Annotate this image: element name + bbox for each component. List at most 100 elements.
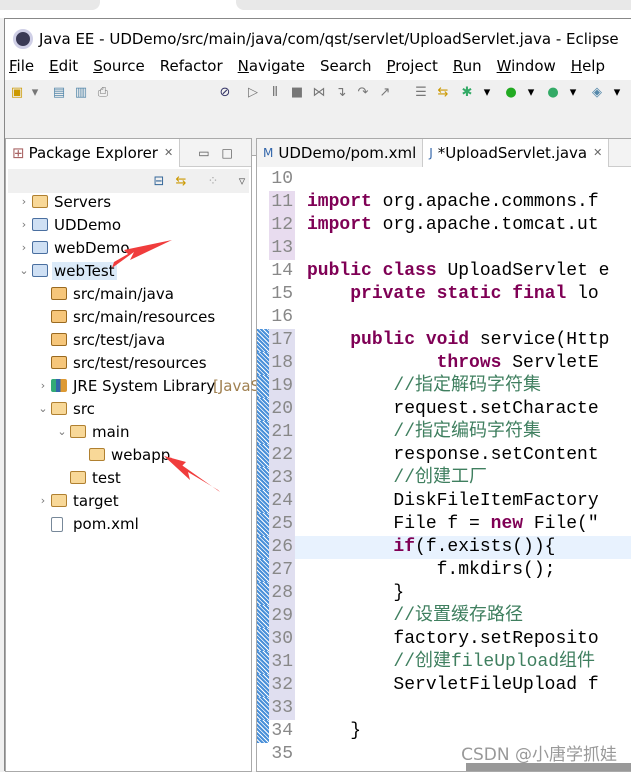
close-icon[interactable]: ✕ [593, 146, 602, 159]
tree-item-webdemo[interactable]: › webDemo [6, 236, 251, 259]
package-folder-icon [51, 333, 67, 346]
new-server-icon[interactable]: ◈ [589, 85, 605, 101]
use-step-filters-icon[interactable]: ☰ [413, 85, 429, 101]
print-icon[interactable]: ⎙ [95, 85, 111, 101]
package-folder-icon [51, 310, 67, 323]
line-number: 25 [269, 513, 295, 536]
code-line: 30 factory.setReposito [257, 628, 631, 651]
code-line: 14 public class UploadServlet e [257, 260, 631, 283]
close-icon[interactable]: ✕ [164, 146, 173, 159]
package-folder-icon [51, 287, 67, 300]
tree-item-src-test-java[interactable]: src/test/java [6, 328, 251, 351]
line-number: 12 [269, 214, 295, 237]
menu-window[interactable]: Window [497, 57, 556, 75]
menu-refactor[interactable]: Refactor [160, 57, 223, 75]
menu-navigate[interactable]: Navigate [238, 57, 305, 75]
override-marker [257, 674, 269, 697]
menu-source[interactable]: Source [93, 57, 145, 75]
maximize-icon[interactable]: □ [222, 146, 233, 160]
save-icon[interactable]: ▤ [51, 85, 67, 101]
step-over-icon[interactable]: ↷ [355, 85, 371, 101]
run-dropdown-icon[interactable]: ▾ [523, 85, 539, 101]
tree-item-label: Servers [54, 192, 112, 211]
line-number: 17 [269, 329, 295, 352]
minimize-icon[interactable]: ▭ [198, 146, 209, 160]
menu-file[interactable]: File [9, 57, 34, 75]
server-dropdown-icon[interactable]: ▾ [565, 85, 581, 101]
line-number: 10 [271, 169, 293, 189]
chevron-right-icon[interactable]: › [18, 218, 30, 231]
menu-help[interactable]: Help [571, 57, 605, 75]
menu-project[interactable]: Project [387, 57, 438, 75]
line-number: 33 [269, 697, 295, 720]
tree-item-main[interactable]: ⌄ main [6, 420, 251, 443]
code-text: throws ServletE [436, 353, 599, 373]
tree-item-pom-xml[interactable]: pom.xml [6, 512, 251, 535]
package-explorer-panel: ⊞ Package Explorer ✕ ▭ □ ⊟ ⇆ ⁘ ▿ › Servers › U… [5, 138, 305, 772]
code-line: 25 File f = new File(" [257, 513, 631, 536]
drop-to-frame-icon[interactable]: ⇆ [435, 85, 451, 101]
menu-edit[interactable]: Edit [49, 57, 78, 75]
chevron-right-icon[interactable]: › [18, 241, 30, 254]
code-line: 33 [257, 697, 631, 720]
tree-item-src-test-resources[interactable]: src/test/resources [6, 351, 251, 374]
override-marker [257, 697, 269, 720]
tab-uddemo-pom-xml[interactable]: M UDDemo/pom.xml [257, 138, 424, 167]
code-editor[interactable]: 10 11 import org.apache.commons.f 12 import … [257, 168, 631, 764]
folder-icon [89, 448, 105, 461]
code-text: import org.apache.commons.f [307, 192, 599, 212]
tree-item-webtest[interactable]: ⌄ webTest [6, 259, 251, 282]
skip-breakpoints-icon[interactable]: ⊘ [217, 85, 233, 101]
chevron-right-icon[interactable]: › [37, 494, 49, 507]
dropdown-icon[interactable]: ▾ [27, 85, 43, 101]
chevron-down-icon[interactable]: ⌄ [18, 264, 30, 277]
line-number: 31 [269, 651, 295, 674]
menu-run[interactable]: Run [453, 57, 482, 75]
maven-project-warning-icon [32, 241, 48, 254]
tree-item-src[interactable]: ⌄ src [6, 397, 251, 420]
step-into-icon[interactable]: ↴ [333, 85, 349, 101]
code-line: 16 [257, 306, 631, 329]
code-line: 17 public void service(Http [257, 329, 631, 352]
save-all-icon[interactable]: ▥ [73, 85, 89, 101]
run-server-icon[interactable]: ● [545, 85, 561, 101]
tree-item-target[interactable]: › target [6, 489, 251, 512]
view-menu-icon[interactable]: ▿ [234, 174, 250, 190]
debug-icon[interactable]: ✱ [459, 85, 475, 101]
suspend-icon[interactable]: Ⅱ [267, 85, 283, 101]
disconnect-icon[interactable]: ⋈ [311, 85, 327, 101]
menu-search[interactable]: Search [320, 57, 372, 75]
maven-project-icon [32, 218, 48, 231]
tab--uploadservlet-java[interactable]: J *UploadServlet.java ✕ [423, 138, 610, 167]
code-line: 29 //设置缓存路径 [257, 605, 631, 628]
tab-package-explorer[interactable]: ⊞ Package Explorer ✕ [6, 138, 181, 167]
chevron-down-icon[interactable]: ⌄ [56, 425, 68, 438]
link-with-editor-icon[interactable]: ⇆ [173, 174, 189, 190]
tree-item-jre-system-library[interactable]: ›JRE System Library[JavaSE-1.8] [6, 374, 305, 397]
collapse-all-icon[interactable]: ⊟ [151, 174, 167, 190]
step-return-icon[interactable]: ↗ [377, 85, 393, 101]
code-line: 32 ServletFileUpload f [257, 674, 631, 697]
line-number: 13 [269, 237, 295, 260]
chevron-right-icon[interactable]: › [18, 195, 30, 208]
terminate-icon[interactable]: ■ [289, 85, 305, 101]
new-icon[interactable]: ▣ [9, 85, 25, 101]
run-icon[interactable]: ● [503, 85, 519, 101]
editor-panel: M UDDemo/pom.xml J *UploadServlet.java ✕ 10 1… [256, 138, 631, 772]
tree-item-webapp[interactable]: webapp [6, 443, 251, 466]
tree-item-src-main-resources[interactable]: src/main/resources [6, 305, 251, 328]
folder-icon [32, 195, 48, 208]
watermark: CSDN @小唐学抓娃 [461, 745, 617, 765]
code-text: //设置缓存路径 [393, 606, 524, 626]
new-server-dropdown-icon[interactable]: ▾ [609, 85, 625, 101]
resume-icon[interactable]: ▷ [245, 85, 261, 101]
tree-item-servers[interactable]: › Servers [6, 190, 251, 213]
chevron-right-icon[interactable]: › [37, 379, 49, 392]
tree-item-test[interactable]: test [6, 466, 251, 489]
tree-item-uddemo[interactable]: › UDDemo [6, 213, 251, 236]
tree-item-label: webapp [111, 445, 171, 464]
chevron-down-icon[interactable]: ⌄ [37, 402, 49, 415]
focus-icon[interactable]: ⁘ [205, 174, 221, 190]
debug-dropdown-icon[interactable]: ▾ [479, 85, 495, 101]
tree-item-src-main-java[interactable]: src/main/java [6, 282, 251, 305]
